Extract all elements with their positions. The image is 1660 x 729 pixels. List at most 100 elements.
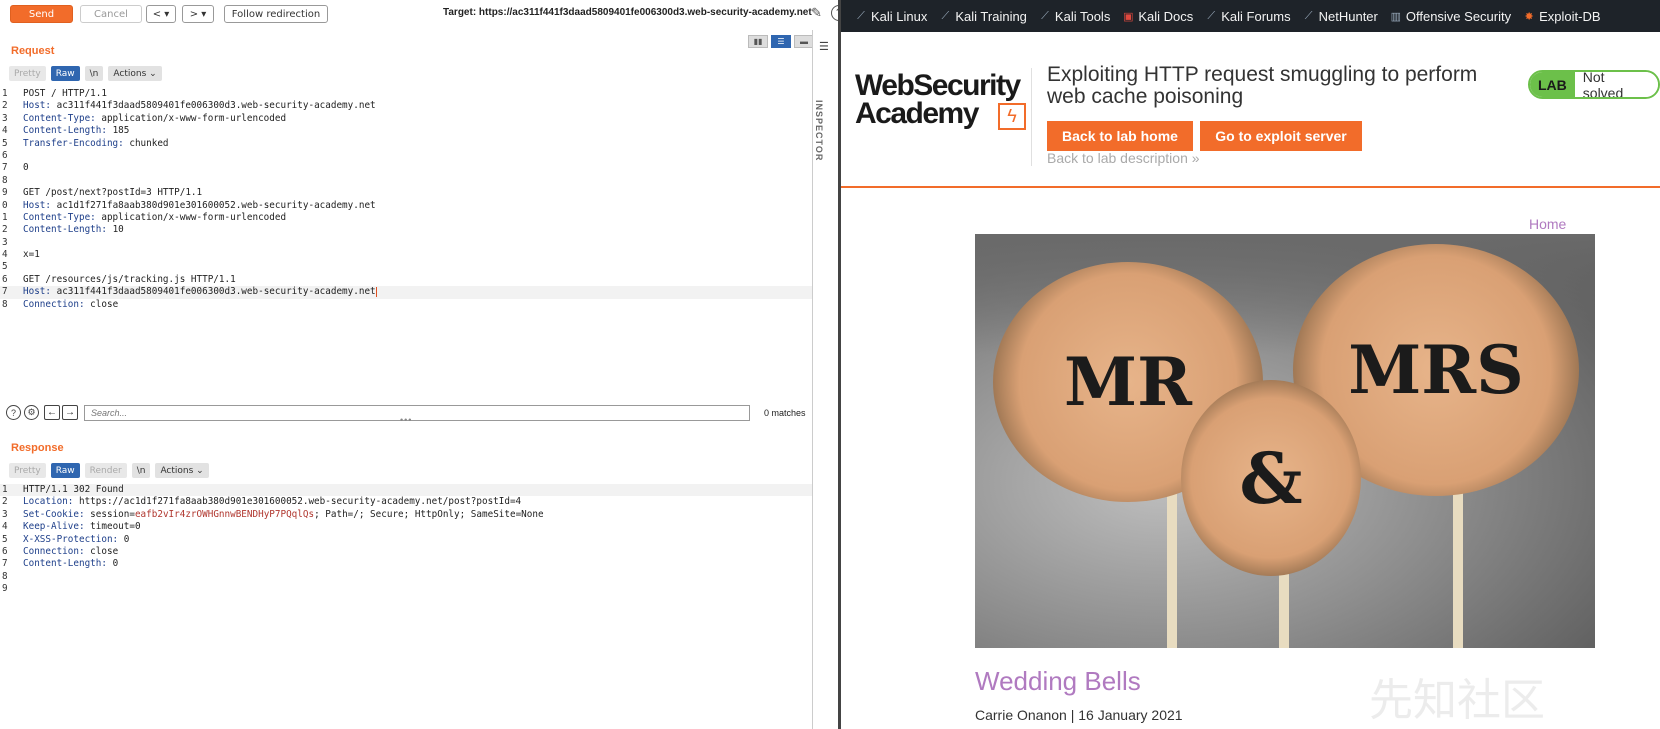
header-value: https://ac1d1f271fa8aab380d901e301600052… <box>73 496 522 508</box>
arrow-right-icon[interactable]: → <box>62 405 78 420</box>
target-url: Target: https://ac311f441f3daad5809401fe… <box>443 7 812 18</box>
code-line[interactable]: 0 Host: ac1d1f271fa8aab380d901e301600052.… <box>0 200 826 212</box>
home-link[interactable]: Home <box>1529 216 1566 232</box>
inspector-label[interactable]: INSPECTOR <box>814 100 824 161</box>
code-line[interactable]: 1 Content-Type: application/x-www-form-ur… <box>0 212 826 224</box>
code-line[interactable]: 1 POST / HTTP/1.1 <box>0 88 826 100</box>
header-key: Set-Cookie: <box>23 508 85 520</box>
kali-dragon-icon: ⟋ <box>857 9 865 22</box>
watermark: 先知社区 <box>1369 676 1545 725</box>
code-line[interactable]: 2 Host: ac311f441f3daad5809401fe006300d3.… <box>0 100 826 112</box>
code-line[interactable]: 2 Location: https://ac1d1f271fa8aab380d90… <box>0 496 826 508</box>
code-line[interactable]: 7 Host: ac311f441f3daad5809401fe006300d3.… <box>0 286 826 299</box>
tab-raw[interactable]: Raw <box>50 66 80 81</box>
actions-dropdown[interactable]: Actions ⌄ <box>155 463 209 478</box>
header-key: Content-Length: <box>23 224 107 236</box>
header-divider <box>1031 68 1032 166</box>
code-line[interactable]: 9 <box>0 583 826 595</box>
request-tabs: Pretty Raw \n Actions ⌄ <box>9 66 162 81</box>
code-line[interactable]: 3 Set-Cookie: session=eafb2vIr4zrOWHGnnwB… <box>0 509 826 521</box>
bookmarks-bar: ⟋ Kali Linux ⟋ Kali Training ⟋ Kali Tools ▣ Kal… <box>841 0 1660 32</box>
header-key: Connection: <box>23 545 85 557</box>
code-line[interactable]: 1 HTTP/1.1 302 Found <box>0 484 826 497</box>
pencil-icon[interactable]: ✎ <box>811 5 822 21</box>
code-line[interactable]: 5 <box>0 261 826 273</box>
bookmark-item[interactable]: ⟋ Kali Training <box>939 9 1027 24</box>
header-value: GET /resources/js/tracking.js HTTP/1.1 <box>23 273 236 285</box>
header-value: 0 <box>23 162 29 174</box>
header-key: Host: <box>23 286 51 298</box>
menu-icon[interactable]: ☰ <box>819 40 829 53</box>
split-vertical-icon[interactable]: ▮▮ <box>748 35 768 48</box>
tab-newline[interactable]: \n <box>131 463 151 478</box>
split-horizontal-icon[interactable]: ☰ <box>771 35 791 48</box>
gear-icon[interactable]: ⚙ <box>24 405 39 420</box>
bookmark-item[interactable]: ✸ Exploit-DB <box>1523 8 1601 24</box>
request-editor[interactable]: 1 POST / HTTP/1.1 2 Host: ac311f441f3daad58… <box>0 88 826 311</box>
tab-render[interactable]: Render <box>84 463 127 478</box>
inspector-sidebar[interactable]: ☰ INSPECTOR <box>812 30 838 729</box>
line-number: 7 <box>2 162 8 174</box>
tab-raw[interactable]: Raw <box>50 463 80 478</box>
bookmark-item[interactable]: ▥ Offensive Security <box>1390 9 1511 24</box>
help-icon[interactable]: ? <box>6 405 21 420</box>
actions-dropdown[interactable]: Actions ⌄ <box>108 66 162 81</box>
code-line[interactable]: 4 x=1 <box>0 249 826 261</box>
code-line[interactable]: 70 <box>0 162 826 174</box>
response-viewer[interactable]: 1 HTTP/1.1 302 Found 2 Location: https://ac… <box>0 484 826 596</box>
code-line[interactable]: 6 Connection: close <box>0 546 826 558</box>
kali-dragon-icon: ⟋ <box>1207 9 1216 22</box>
code-line[interactable]: 3 <box>0 237 826 249</box>
code-line[interactable]: 8 <box>0 571 826 583</box>
code-line[interactable]: 9 GET /post/next?postId=3 HTTP/1.1 <box>0 187 826 199</box>
arrow-left-icon[interactable]: ← <box>44 405 60 420</box>
post-title[interactable]: Wedding Bells <box>975 666 1141 697</box>
tab-newline[interactable]: \n <box>84 66 104 81</box>
code-line[interactable]: 8 <box>0 175 826 187</box>
bookmark-item[interactable]: ⟋ Kali Forums <box>1205 9 1290 24</box>
line-number: 4 <box>2 249 8 261</box>
pane-splitter-handle[interactable]: ••• <box>400 415 412 425</box>
header-value: 0 <box>118 533 130 545</box>
exploit-server-button[interactable]: Go to exploit server <box>1200 121 1362 151</box>
history-back-button[interactable]: < ▾ <box>146 5 176 23</box>
code-line[interactable]: 6 GET /resources/js/tracking.js HTTP/1.1 <box>0 274 826 286</box>
send-button[interactable]: Send <box>10 5 73 23</box>
code-line[interactable]: 3 Content-Type: application/x-www-form-ur… <box>0 113 826 125</box>
line-number: 9 <box>2 583 8 595</box>
line-number: 8 <box>2 570 8 582</box>
kali-dragon-icon: ⟋ <box>1304 9 1313 22</box>
cancel-button[interactable]: Cancel <box>80 5 142 23</box>
web-security-academy-logo[interactable]: WebSecurity Academy ϟ <box>855 69 1030 134</box>
bookmark-item[interactable]: ⟋ Kali Tools <box>1039 9 1110 24</box>
single-pane-icon[interactable]: ▬ <box>794 35 814 48</box>
line-number: 3 <box>2 112 8 124</box>
back-to-lab-home-button[interactable]: Back to lab home <box>1047 121 1193 151</box>
request-title: Request <box>11 45 55 57</box>
post-image: MR MRS & <box>975 234 1595 648</box>
header-value: close <box>84 545 119 557</box>
code-line[interactable]: 5 Transfer-Encoding: chunked <box>0 138 826 150</box>
code-line[interactable]: 4 Content-Length: 185 <box>0 125 826 137</box>
bookmark-item[interactable]: ⟋ NetHunter <box>1303 9 1378 24</box>
back-to-lab-description-link[interactable]: Back to lab description » <box>1047 150 1200 166</box>
code-line[interactable]: 4 Keep-Alive: timeout=0 <box>0 521 826 533</box>
bookmark-item[interactable]: ⟋ Kali Linux <box>855 9 927 24</box>
search-input[interactable] <box>84 405 750 421</box>
follow-redirection-button[interactable]: Follow redirection <box>224 5 328 23</box>
code-line[interactable]: 5 X-XSS-Protection: 0 <box>0 534 826 546</box>
history-forward-button[interactable]: > ▾ <box>182 5 214 23</box>
code-line[interactable]: 6 <box>0 150 826 162</box>
bookmark-label: Kali Docs <box>1138 8 1194 24</box>
code-line[interactable]: 7 Content-Length: 0 <box>0 558 826 570</box>
code-line[interactable]: 2 Content-Length: 10 <box>0 224 826 236</box>
bookmark-label: Exploit-DB <box>1539 8 1601 24</box>
line-number: 8 <box>2 174 8 186</box>
bookmark-item[interactable]: ▣ Kali Docs <box>1122 9 1193 24</box>
header-value: 10 <box>106 224 124 236</box>
code-line[interactable]: 8 Connection: close <box>0 299 826 311</box>
header-value: ac311f441f3daad5809401fe006300d3.web-sec… <box>51 286 376 298</box>
tab-pretty[interactable]: Pretty <box>9 463 46 478</box>
lab-status-widget: LAB Not solved <box>1528 70 1660 99</box>
tab-pretty[interactable]: Pretty <box>9 66 46 81</box>
